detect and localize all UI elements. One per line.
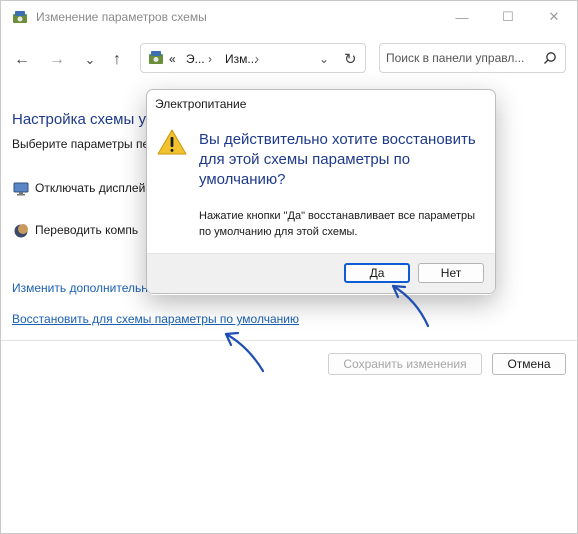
divider [1, 340, 577, 341]
dialog-footer: Да Нет [147, 253, 495, 293]
back-arrow-icon: ← [14, 51, 30, 68]
breadcrumb-item[interactable]: Изм... [225, 52, 257, 66]
save-changes-button[interactable]: Сохранить изменения [328, 353, 482, 375]
up-button[interactable]: ↑ [108, 51, 126, 69]
back-button[interactable]: ← [13, 51, 31, 69]
monitor-icon [13, 182, 29, 196]
breadcrumb-item[interactable]: Э... [186, 52, 205, 66]
confirm-restore-dialog: Электропитание Вы действительно хотите в… [146, 89, 496, 294]
search-box[interactable] [379, 43, 566, 73]
yes-button[interactable]: Да [344, 263, 410, 283]
close-button[interactable]: ✕ [531, 1, 577, 33]
search-input[interactable] [386, 50, 536, 66]
page-subtitle: Выберите параметры пе [12, 137, 150, 151]
search-icon[interactable] [543, 51, 557, 65]
breadcrumb-overflow[interactable]: « [169, 52, 176, 66]
advanced-settings-link[interactable]: Изменить дополнительные [12, 281, 163, 295]
display-off-option: Отключать дисплей [13, 181, 145, 197]
dialog-title: Электропитание [155, 97, 247, 111]
forward-button[interactable]: → [48, 51, 66, 69]
warning-icon [157, 129, 187, 155]
dialog-question: Вы действительно хотите восстановить для… [199, 131, 476, 188]
power-options-icon [13, 11, 27, 23]
dialog-description: Нажатие кнопки "Да" восстанавливает все … [199, 210, 476, 238]
breadcrumb-separator-icon: › [255, 52, 259, 66]
up-arrow-icon: ↑ [113, 51, 121, 68]
sleep-label: Переводить компь [35, 223, 139, 238]
forward-arrow-icon: → [49, 51, 65, 68]
minimize-icon: — [455, 9, 469, 25]
sleep-option: Переводить компь [13, 223, 138, 239]
title-bar: Изменение параметров схемы — ☐ ✕ [1, 1, 577, 33]
restore-defaults-link[interactable]: Восстановить для схемы параметры по умол… [12, 312, 299, 326]
sleep-moon-icon [14, 224, 28, 238]
cancel-button[interactable]: Отмена [492, 353, 566, 375]
display-off-label: Отключать дисплей [35, 181, 146, 196]
address-bar[interactable]: « Э... › Изм... › ⌄ ↻ [140, 43, 366, 73]
minimize-button[interactable]: — [439, 1, 485, 33]
chevron-down-icon: ⌄ [84, 52, 96, 67]
page-heading: Настройка схемы у [12, 111, 146, 128]
window-title: Изменение параметров схемы [36, 10, 207, 24]
breadcrumb-separator-icon: › [208, 52, 212, 66]
maximize-button[interactable]: ☐ [485, 1, 531, 33]
maximize-icon: ☐ [502, 9, 514, 24]
address-dropdown-icon[interactable]: ⌄ [319, 52, 329, 66]
recent-locations-button[interactable]: ⌄ [81, 51, 99, 69]
close-icon: ✕ [548, 9, 560, 24]
dialog-body: Вы действительно хотите восстановить для… [147, 116, 495, 253]
control-panel-icon [149, 51, 163, 64]
no-button[interactable]: Нет [418, 263, 484, 283]
refresh-icon[interactable]: ↻ [344, 50, 357, 68]
